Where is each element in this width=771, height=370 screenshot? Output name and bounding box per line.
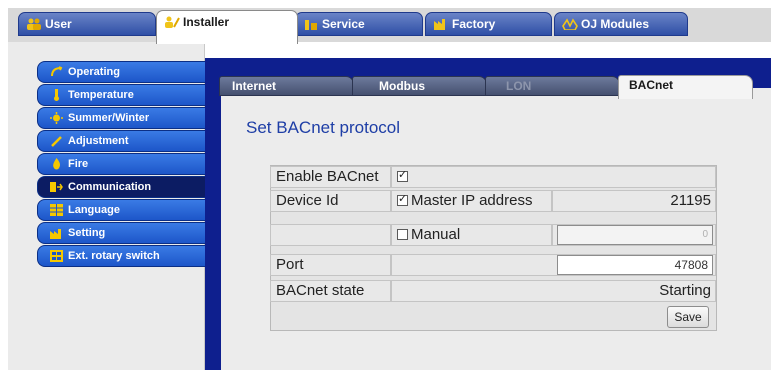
tab-factory[interactable]: Factory [425,12,552,36]
bacnet-state-value: Starting [391,280,716,302]
modules-icon [562,18,578,30]
tab-service-label: Service [322,17,365,31]
tab-modbus[interactable]: Modbus [352,76,487,96]
check-icon: ✓ [398,169,408,181]
tab-lon: LON [485,76,620,96]
tab-user-label: User [45,17,72,31]
bacnet-state-label: BACnet state [270,280,391,302]
tab-modbus-label: Modbus [379,79,425,93]
tab-installer[interactable]: Installer [156,10,298,44]
sidebar-item-label: Ext. rotary switch [68,250,160,262]
sidebar-item-label: Setting [68,227,106,239]
master-ip-value: 21195 [552,190,716,212]
enable-bacnet-label: Enable BACnet [270,166,391,188]
device-id-label: Device Id [270,190,391,212]
sun-icon [50,112,63,124]
sidebar-item-communication[interactable]: Communication [37,176,205,198]
tab-internet[interactable]: Internet [219,76,354,96]
sidebar-item-label: Fire [68,158,89,170]
enable-bacnet-checkbox[interactable]: ✓ [397,169,408,182]
enable-bacnet-cell: ✓ [391,166,716,188]
sidebar-item-setting[interactable]: Setting [37,222,205,244]
tab-internet-label: Internet [232,79,277,93]
service-icon [305,20,317,30]
tab-user[interactable]: User [18,12,156,36]
manual-checkbox[interactable] [397,229,408,240]
tab-service[interactable]: Service [295,12,423,36]
sidebar-item-label: Language [68,204,120,216]
sidebar-item-fire[interactable]: Fire [37,153,205,175]
sidebar-item-summer-winter[interactable]: Summer/Winter [37,107,205,129]
setting-icon [50,229,61,239]
tab-bacnet-label: BACnet [629,78,673,92]
sidebar-item-temperature[interactable]: Temperature [37,84,205,106]
thermometer-icon [54,89,59,101]
users-icon [27,18,41,30]
sidebar-item-label: Operating [68,66,120,78]
factory-icon [434,19,445,30]
operating-icon [51,66,63,77]
master-ip-checkbox[interactable]: ✓ [397,193,408,206]
rotary-switch-icon [50,250,63,262]
adjustment-icon [51,136,62,147]
sidebar-item-adjustment[interactable]: Adjustment [37,130,205,152]
sidebar-item-ext-rotary-switch[interactable]: Ext. rotary switch [37,245,205,267]
sidebar-item-language[interactable]: Language [37,199,205,221]
tab-bacnet[interactable]: BACnet [618,75,753,99]
master-ip-label: Master IP address [411,192,533,209]
page-title: Set BACnet protocol [246,118,401,137]
tab-oj-modules-label: OJ Modules [581,17,650,31]
save-button[interactable]: Save [667,306,709,328]
manual-cell: Manual [391,224,552,246]
fire-icon [53,158,61,170]
communication-icon [50,182,63,192]
port-input[interactable]: 47808 [557,255,713,275]
manual-device-id-input: 0 [557,225,713,245]
tab-oj-modules[interactable]: OJ Modules [554,12,688,36]
installer-icon [165,16,180,28]
language-icon [50,204,63,216]
sidebar-item-label: Temperature [68,89,134,101]
port-label: Port [270,254,391,276]
tab-lon-label: LON [506,79,532,93]
device-id-empty [270,224,391,246]
tab-factory-label: Factory [452,17,496,31]
tab-installer-label: Installer [183,15,230,29]
master-ip-cell: ✓ Master IP address [391,190,552,212]
sidebar-item-label: Communication [68,181,152,193]
check-icon: ✓ [398,193,408,205]
manual-label: Manual [411,226,461,243]
sidebar-item-label: Summer/Winter [68,112,150,124]
sidebar-item-label: Adjustment [68,135,129,147]
sidebar-item-operating[interactable]: Operating [37,61,205,83]
